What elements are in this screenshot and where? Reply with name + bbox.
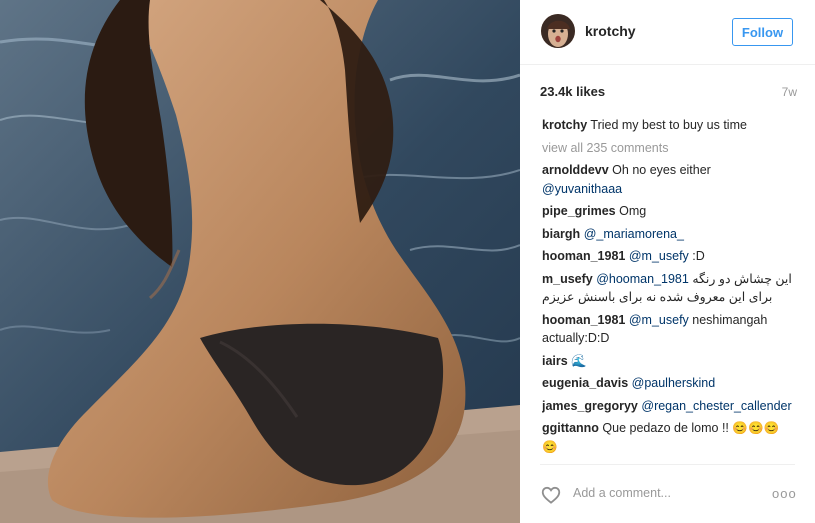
comment-list: krotchy Tried my best to buy us time vie… bbox=[542, 116, 794, 464]
comment-username[interactable]: eugenia_davis bbox=[542, 376, 628, 390]
view-all-comments-link[interactable]: view all 235 comments bbox=[542, 139, 794, 158]
comment-mention[interactable]: @m_usefy bbox=[629, 249, 689, 263]
comment-text: Que pedazo de lomo !! bbox=[602, 421, 729, 435]
likes-count[interactable]: 23.4k likes bbox=[540, 84, 605, 99]
comment-mention[interactable]: @_mariamorena_ bbox=[584, 227, 684, 241]
comment-username[interactable]: hooman_1981 bbox=[542, 313, 625, 327]
comment-mention[interactable]: @regan_chester_callender bbox=[641, 399, 791, 413]
comment-item: hooman_1981 @m_usefy :D bbox=[542, 247, 794, 266]
wave-emoji-icon: 🌊 bbox=[571, 353, 587, 368]
comment-text: Omg bbox=[619, 204, 647, 218]
comment-item: arnolddevv Oh no eyes either @yuvanithaa… bbox=[542, 161, 794, 198]
comment-text: Oh no eyes either bbox=[612, 163, 711, 177]
likes-row: 23.4k likes 7w bbox=[540, 84, 797, 102]
comment-username[interactable]: m_usefy bbox=[542, 272, 593, 286]
caption: krotchy Tried my best to buy us time bbox=[542, 116, 794, 135]
comment-item: pipe_grimes Omg bbox=[542, 202, 794, 221]
footer-divider bbox=[540, 464, 795, 465]
comment-username[interactable]: ggittanno bbox=[542, 421, 599, 435]
post-age[interactable]: 7w bbox=[782, 85, 797, 99]
post-photo[interactable] bbox=[0, 0, 520, 523]
comment-username[interactable]: iairs bbox=[542, 354, 568, 368]
comment-item: ggittanno Que pedazo de lomo !! 😊😊😊😊 bbox=[542, 419, 794, 456]
comment-text: :D bbox=[692, 249, 705, 263]
post-header: krotchy Follow bbox=[520, 0, 815, 65]
comment-username[interactable]: pipe_grimes bbox=[542, 204, 616, 218]
post-image bbox=[0, 0, 520, 523]
comment-mention[interactable]: @paulherskind bbox=[632, 376, 716, 390]
heart-icon[interactable] bbox=[540, 484, 562, 506]
comment-username[interactable]: arnolddevv bbox=[542, 163, 609, 177]
comment-item: iairs 🌊 bbox=[542, 352, 794, 371]
comment-mention[interactable]: @hooman_1981 bbox=[596, 272, 689, 286]
caption-text: Tried my best to buy us time bbox=[590, 118, 747, 132]
avatar-image bbox=[541, 14, 575, 48]
post-username[interactable]: krotchy bbox=[585, 23, 636, 39]
caption-username[interactable]: krotchy bbox=[542, 118, 587, 132]
comment-mention[interactable]: @yuvanithaaa bbox=[542, 182, 622, 196]
comment-mention[interactable]: @m_usefy bbox=[629, 313, 689, 327]
comment-item: m_usefy @hooman_1981 این چشاش دو رنگه بر… bbox=[542, 270, 794, 307]
follow-button[interactable]: Follow bbox=[732, 18, 793, 46]
add-comment-input[interactable]: Add a comment... bbox=[573, 486, 671, 500]
comment-text: این چشاش دو رنگه bbox=[692, 271, 792, 286]
more-options-icon[interactable]: ooo bbox=[772, 486, 797, 501]
comment-item: biargh @_mariamorena_ bbox=[542, 225, 794, 244]
comment-username[interactable]: james_gregoryy bbox=[542, 399, 638, 413]
avatar[interactable] bbox=[541, 14, 575, 48]
comment-item: eugenia_davis @paulherskind bbox=[542, 374, 794, 393]
comment-username[interactable]: biargh bbox=[542, 227, 580, 241]
comment-item: hooman_1981 @m_usefy neshimangah actuall… bbox=[542, 311, 794, 348]
comment-item: james_gregoryy @regan_chester_callender bbox=[542, 397, 794, 416]
comment-footer: Add a comment... ooo bbox=[520, 474, 815, 514]
comment-username[interactable]: hooman_1981 bbox=[542, 249, 625, 263]
post-sidebar: krotchy Follow 23.4k likes 7w krotchy Tr… bbox=[520, 0, 815, 523]
comment-text-line-2: برای این معروف شده نه برای باسنش عزیزم bbox=[542, 290, 773, 304]
